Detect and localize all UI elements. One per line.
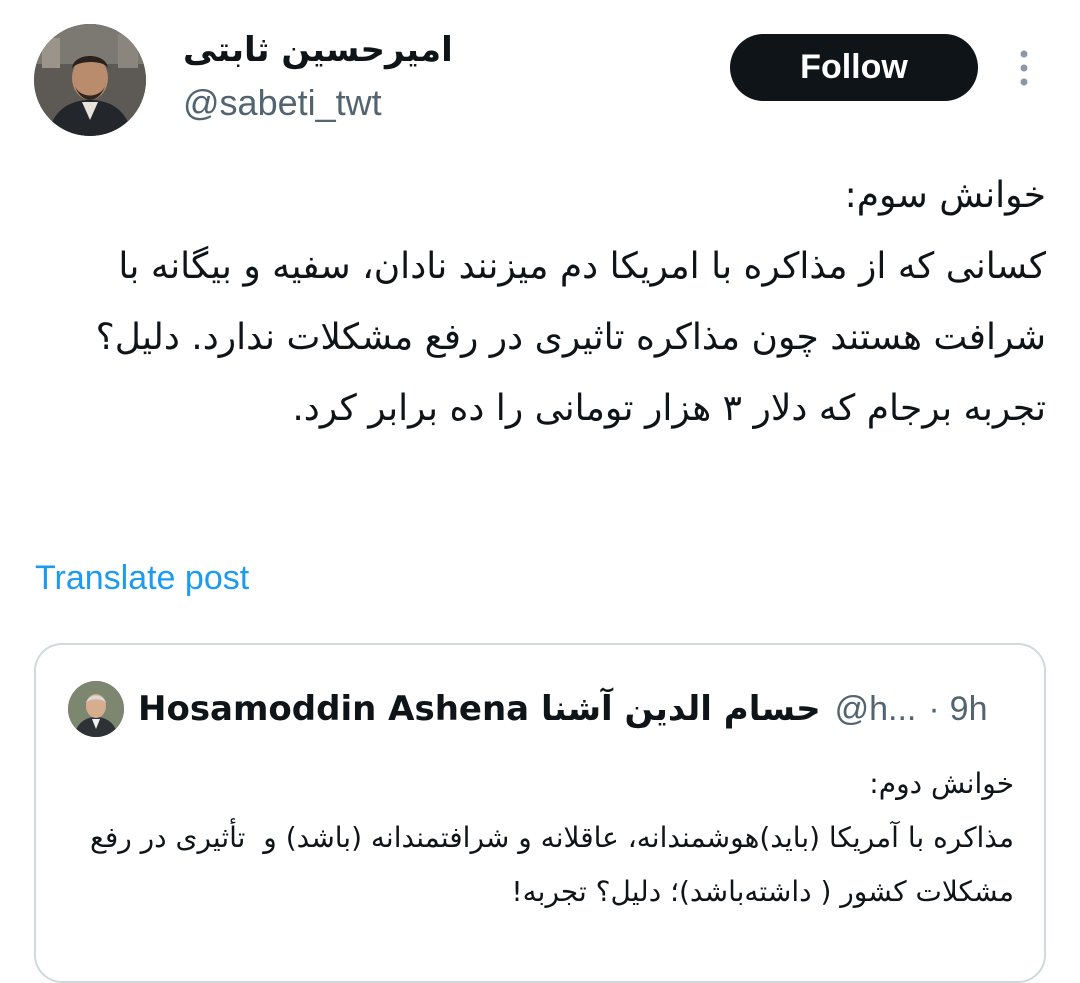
separator-dot: ·: [928, 690, 940, 728]
author-display-name[interactable]: امیرحسین ثابتی: [183, 28, 453, 72]
quoted-post-card[interactable]: Hosamoddin Ashena حسام الدین آشنا @h... …: [34, 643, 1046, 983]
post-text: خوانش سوم: کسانی که از مذاکره با امریکا …: [95, 175, 1046, 429]
quoted-author-avatar[interactable]: [68, 681, 124, 737]
vertical-ellipsis-icon[interactable]: [1010, 46, 1038, 90]
quoted-post-header: Hosamoddin Ashena حسام الدین آشنا @h... …: [68, 679, 1010, 739]
author-avatar-image: [34, 24, 146, 136]
translate-post-link[interactable]: Translate post: [35, 556, 249, 600]
quoted-author-handle[interactable]: @h...: [835, 687, 917, 731]
quoted-post-time[interactable]: 9h: [950, 687, 988, 731]
quoted-post-text: خوانش دوم: مذاکره با آمریکا (باید)هوشمند…: [89, 767, 1014, 908]
quoted-author-name[interactable]: Hosamoddin Ashena حسام الدین آشنا: [138, 687, 821, 731]
author-handle[interactable]: @sabeti_twt: [183, 80, 382, 126]
quoted-author-avatar-image: [68, 681, 124, 737]
author-avatar[interactable]: [34, 24, 146, 136]
follow-button[interactable]: Follow: [730, 34, 978, 101]
